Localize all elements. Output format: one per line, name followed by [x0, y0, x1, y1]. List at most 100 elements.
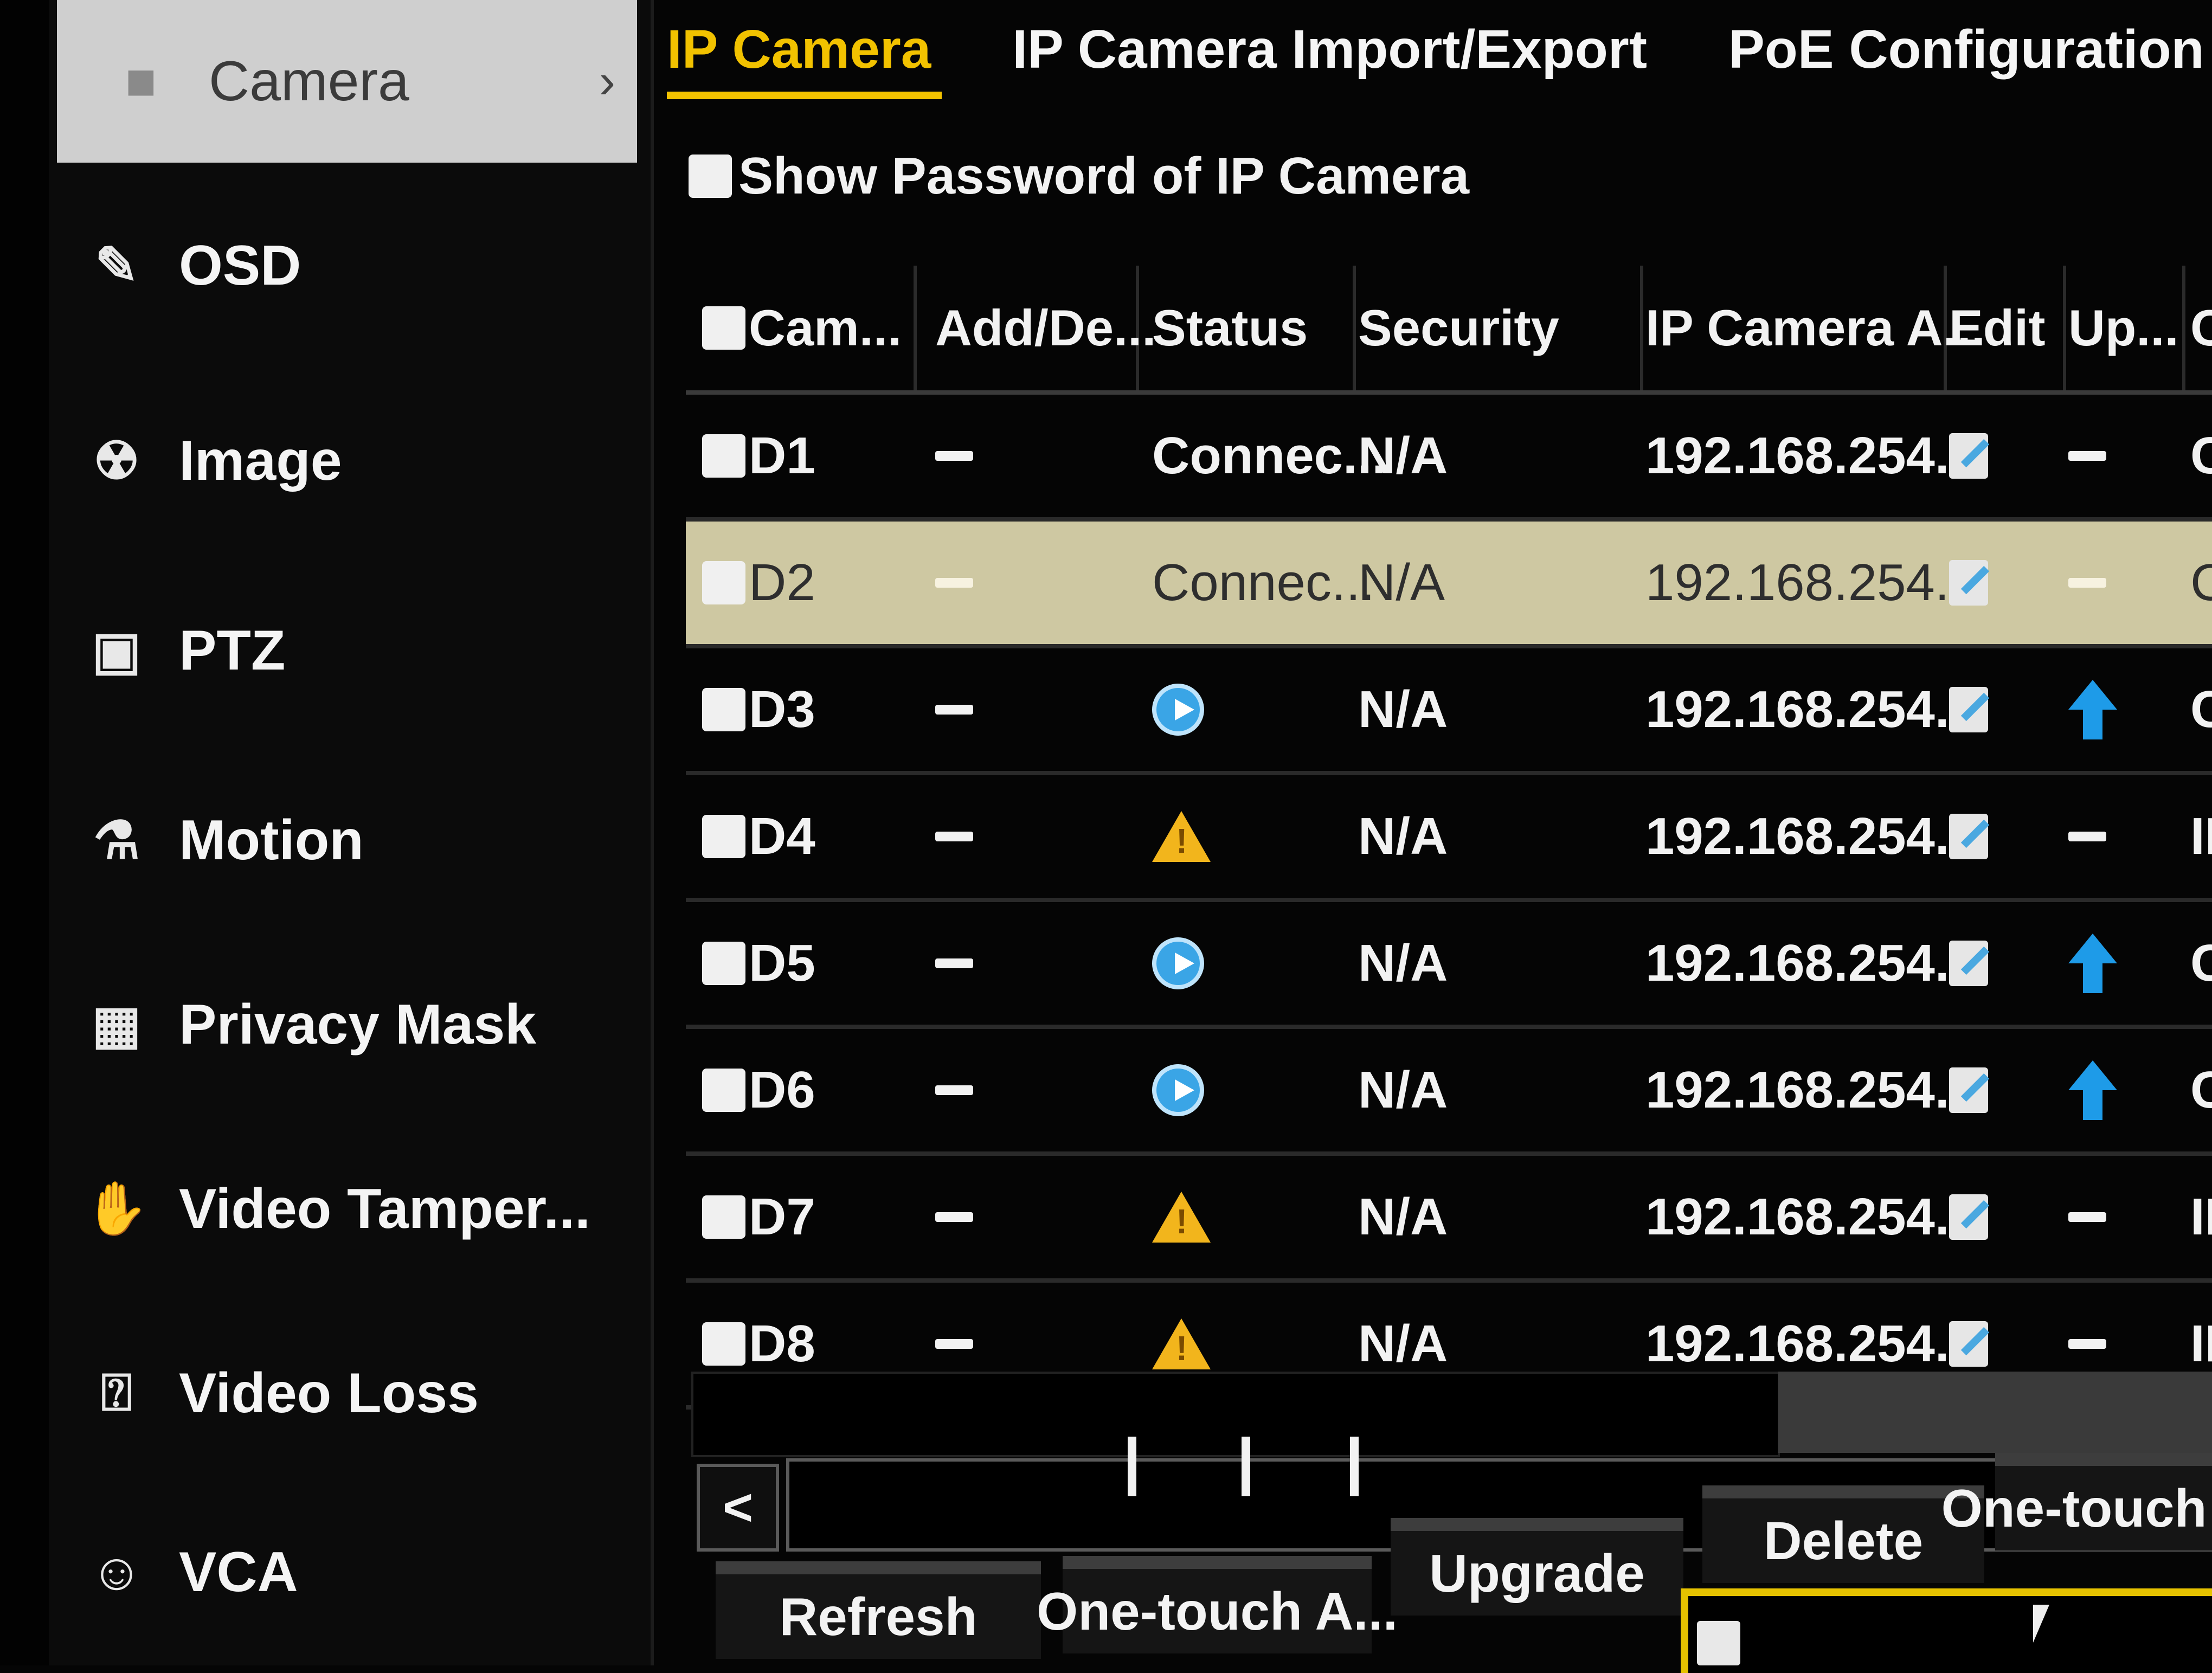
upload-arrow-icon[interactable]	[2068, 934, 2117, 993]
row-checkbox[interactable]	[702, 434, 745, 478]
play-icon[interactable]	[1152, 684, 1204, 736]
add-delete-cell[interactable]	[935, 1085, 973, 1095]
sidebar-item-ptz[interactable]: ▣ PTZ	[87, 596, 651, 705]
table-row[interactable]: D6 N/A 192.168.254.7 Ca	[686, 1029, 2212, 1156]
column-separator[interactable]	[914, 266, 917, 390]
sidebar-item-vca[interactable]: ☺ VCA	[87, 1518, 651, 1626]
add-delete-cell[interactable]	[935, 578, 973, 588]
upgrade-button[interactable]: Upgrade	[1391, 1518, 1683, 1616]
upload-arrow-icon[interactable]	[2068, 1060, 2117, 1120]
add-delete-cell[interactable]	[935, 958, 973, 968]
tab-poe-configuration[interactable]: PoE Configuration	[1728, 18, 2204, 91]
table-row[interactable]: D4 N/A 192.168.254... IP	[686, 775, 2212, 902]
camera-cell: D2	[702, 553, 815, 613]
table-row[interactable]: D5 N/A 192.168.254... Ca	[686, 902, 2212, 1029]
sidebar-item-privacy-mask[interactable]: ▦ Privacy Mask	[87, 970, 651, 1079]
sidebar: ■ Camera › ✎ OSD ☢ Image ▣ PTZ ⚗ Motion …	[49, 0, 654, 1665]
row-checkbox[interactable]	[702, 688, 745, 731]
sidebar-item-video-loss[interactable]: ⍰ Video Loss	[87, 1339, 651, 1447]
table-row[interactable]: D3 N/A 192.168.254... C	[686, 648, 2212, 775]
edit-cell[interactable]	[1949, 687, 1988, 732]
refresh-button[interactable]: Refresh	[716, 1561, 1041, 1659]
edit-icon[interactable]	[1949, 687, 1988, 732]
tab-bar: IP Camera IP Camera Import/Export PoE Co…	[667, 11, 2204, 99]
play-icon[interactable]	[1152, 937, 1204, 989]
status-text: Connec...	[1152, 554, 1375, 612]
sidebar-item-label: Camera	[209, 49, 409, 113]
row-checkbox[interactable]	[702, 1069, 745, 1112]
select-all-checkbox[interactable]	[702, 306, 745, 350]
edit-icon[interactable]	[1949, 560, 1988, 606]
edit-icon[interactable]	[1949, 433, 1988, 479]
edit-cell[interactable]	[1949, 1194, 1988, 1240]
tab-ip-camera-import-export[interactable]: IP Camera Import/Export	[1012, 18, 1647, 91]
header-add-delete[interactable]: Add/De...	[935, 299, 1156, 357]
vca-icon: ☺	[89, 1543, 143, 1601]
header-status[interactable]: Status	[1152, 299, 1308, 357]
upgrade-cell	[2068, 1212, 2106, 1222]
warning-icon[interactable]	[1152, 811, 1211, 862]
camera-id: D8	[749, 1315, 815, 1373]
ip-address-cell: 192.168.254...	[1645, 427, 1978, 485]
privacy-mask-icon: ▦	[92, 996, 142, 1054]
camera-cell: D8	[702, 1314, 815, 1374]
one-touch-button[interactable]: One-touch ...	[1941, 1453, 2212, 1550]
row-checkbox[interactable]	[702, 1322, 745, 1366]
column-separator[interactable]	[1353, 266, 1356, 390]
sidebar-item-camera[interactable]: ■ Camera ›	[57, 0, 637, 163]
add-delete-cell[interactable]	[935, 832, 973, 841]
sidebar-item-osd[interactable]: ✎ OSD	[87, 211, 651, 320]
edit-icon[interactable]	[1949, 814, 1988, 859]
panel-checkbox[interactable]	[1697, 1621, 1740, 1665]
show-password-option[interactable]: Show Password of IP Camera	[689, 146, 1469, 206]
row-checkbox[interactable]	[702, 815, 745, 858]
edit-icon[interactable]	[1949, 1194, 1988, 1240]
header-camera[interactable]: Cam...	[702, 299, 902, 357]
camera-id: D6	[749, 1061, 815, 1119]
upload-arrow-icon[interactable]	[2068, 680, 2117, 739]
edit-icon[interactable]	[1949, 941, 1988, 986]
table-row[interactable]: D2 Connec... N/A 192.168.254.3 C	[686, 522, 2212, 648]
add-delete-cell[interactable]	[935, 705, 973, 715]
edit-cell[interactable]	[1949, 1321, 1988, 1367]
sidebar-item-image[interactable]: ☢ Image	[87, 407, 651, 515]
header-edit[interactable]: Edit	[1949, 299, 2046, 357]
add-delete-cell[interactable]	[935, 1212, 973, 1222]
status-cell	[1152, 937, 1204, 989]
edit-icon[interactable]	[1949, 1067, 1988, 1113]
add-delete-cell[interactable]	[935, 451, 973, 461]
warning-icon[interactable]	[1152, 1192, 1211, 1243]
show-password-checkbox[interactable]	[689, 155, 732, 198]
chevron-right-icon: ›	[599, 54, 615, 108]
warning-icon[interactable]	[1152, 1318, 1211, 1369]
play-icon[interactable]	[1152, 1064, 1204, 1116]
edit-icon[interactable]	[1949, 1321, 1988, 1367]
table-row[interactable]: D1 Connec... N/A 192.168.254... C	[686, 395, 2212, 522]
column-separator[interactable]	[2182, 266, 2185, 390]
row-checkbox[interactable]	[702, 1195, 745, 1239]
header-extra[interactable]: C	[2190, 299, 2212, 357]
sidebar-item-motion[interactable]: ⚗ Motion	[87, 786, 651, 895]
header-ip-camera-address[interactable]: IP Camera A...	[1645, 299, 1985, 357]
row-checkbox[interactable]	[702, 942, 745, 985]
column-separator[interactable]	[2063, 266, 2066, 390]
sidebar-item-video-tamper[interactable]: ✋ Video Tamper...	[84, 1155, 651, 1263]
scroll-left-button[interactable]: <	[697, 1464, 779, 1552]
table-row[interactable]: D7 N/A 192.168.254.8 IPC	[686, 1156, 2212, 1283]
header-upgrade[interactable]: Up...	[2068, 299, 2179, 357]
edit-cell[interactable]	[1949, 941, 1988, 986]
header-security[interactable]: Security	[1358, 299, 1559, 357]
one-touch-activate-button[interactable]: One-touch A...	[1037, 1556, 1398, 1653]
row-checkbox[interactable]	[702, 561, 745, 604]
tab-ip-camera[interactable]: IP Camera	[667, 18, 942, 99]
edit-cell[interactable]	[1949, 560, 1988, 606]
ptz-icon: ▣	[92, 622, 142, 680]
dash-icon	[935, 1339, 973, 1349]
extra-cell: IPC	[2190, 1188, 2212, 1246]
edit-cell[interactable]	[1949, 1067, 1988, 1113]
column-separator[interactable]	[1640, 266, 1643, 390]
edit-cell[interactable]	[1949, 814, 1988, 859]
extra-cell: IP	[2190, 807, 2212, 865]
edit-cell[interactable]	[1949, 433, 1988, 479]
add-delete-cell[interactable]	[935, 1339, 973, 1349]
